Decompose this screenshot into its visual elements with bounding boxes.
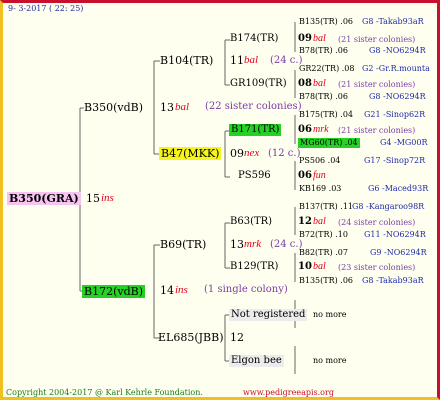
gen3-b-tag: bal xyxy=(313,78,326,89)
gen3-h-no-more: no more xyxy=(313,356,347,365)
gen4-row-2-left[interactable]: B78(TR) .06 xyxy=(299,47,348,55)
sire-name[interactable]: B350(vdB) xyxy=(84,102,143,113)
gen4-row-6-right: G4 -MG00R xyxy=(380,138,428,147)
gen3-h-name[interactable]: Elgon bee xyxy=(229,355,284,367)
sire-number: 13 xyxy=(160,101,174,114)
gen4-row-12-right: G8 -Takab93aR xyxy=(362,276,424,285)
gen3-g-no-more: no more xyxy=(313,310,347,319)
gen3-d-name[interactable]: PS596 xyxy=(238,171,271,181)
gen4-row-4-right: G8 -NO6294R xyxy=(369,92,426,101)
gen2-d-number: 12 xyxy=(230,331,244,344)
gen3-f-number: 10 xyxy=(298,261,312,272)
gen2-c-tag: mrk xyxy=(244,238,262,250)
dam-number: 14 xyxy=(160,284,174,297)
gen4-row-5-left[interactable]: B175(TR) .04 xyxy=(299,111,353,119)
gen3-b-name[interactable]: GR109(TR) xyxy=(230,79,287,89)
sire-colonies-note: (22 sister colonies) xyxy=(205,101,302,112)
gen3-d-tag: fun xyxy=(313,170,326,181)
gen3-e-note: (24 sister colonies) xyxy=(338,218,416,227)
gen4-row-9-left[interactable]: B137(TR) .11 xyxy=(299,203,353,211)
gen2-b-note: (12 c.) xyxy=(268,148,301,159)
gen4-row-11-left[interactable]: B82(TR) .07 xyxy=(299,249,348,257)
gen4-row-3-left[interactable]: GR22(TR) .08 xyxy=(299,65,354,73)
gen3-f-note: (23 sister colonies) xyxy=(338,263,416,272)
gen4-row-1-left[interactable]: B135(TR) .06 xyxy=(299,18,353,26)
gen3-e-name[interactable]: B63(TR) xyxy=(230,217,272,227)
gen4-row-8-right: G6 -Maced93R xyxy=(368,184,429,193)
gen2-c-number: 13 xyxy=(230,238,244,251)
gen4-row-6-left[interactable]: MG60(TR) .04 xyxy=(298,138,360,148)
gen2-b-number: 09 xyxy=(230,147,244,160)
gen2-a-tag: bal xyxy=(244,54,259,66)
gen2-c-name[interactable]: B69(TR) xyxy=(160,239,206,250)
dam-tag: ins xyxy=(175,284,188,296)
gen4-row-7-left[interactable]: PS506 .04 xyxy=(299,157,340,165)
gen3-c-note: (21 sister colonies) xyxy=(338,126,416,135)
gen4-row-5-right: G21 -Sinop62R xyxy=(364,110,426,119)
gen2-c-note: (24 c.) xyxy=(270,239,303,250)
dam-name[interactable]: B172(vdB) xyxy=(82,285,146,298)
sire-tag: bal xyxy=(175,101,190,113)
gen3-c-tag: mrk xyxy=(313,124,329,135)
gen4-row-4-left[interactable]: B78(TR) .06 xyxy=(299,93,348,101)
gen3-e-tag: bal xyxy=(313,216,326,227)
gen3-f-name[interactable]: B129(TR) xyxy=(230,262,278,272)
gen2-b-name[interactable]: B47(MKK) xyxy=(159,147,222,160)
copyright-text: Copyright 2004-2017 @ Karl Kehrle Founda… xyxy=(6,388,203,397)
gen3-c-name[interactable]: B171(TR) xyxy=(229,124,282,136)
gen3-d-number: 06 xyxy=(298,170,312,181)
gen3-a-note: (21 sister colonies) xyxy=(338,35,416,44)
gen3-e-number: 12 xyxy=(298,216,312,227)
gen4-row-3-right: G2 -Gr.R.mounta xyxy=(362,64,430,73)
gen4-row-8-left[interactable]: KB169 .03 xyxy=(299,185,341,193)
gen3-b-number: 08 xyxy=(298,78,312,89)
gen4-row-10-right: G11 -NO6294R xyxy=(364,230,426,239)
gen4-row-11-right: G9 -NO6294R xyxy=(370,248,427,257)
gen4-row-2-right: G8 -NO6294R xyxy=(369,46,426,55)
site-link[interactable]: www.pedigreeapis.org xyxy=(243,389,334,397)
gen3-a-number: 09 xyxy=(298,33,312,44)
root-tag: ins xyxy=(101,192,114,204)
gen2-b-tag: nex xyxy=(244,147,260,159)
gen2-a-number: 11 xyxy=(230,54,244,67)
gen3-b-note: (21 sister colonies) xyxy=(338,80,416,89)
gen4-row-12-left[interactable]: B135(TR) .06 xyxy=(299,277,353,285)
gen4-row-10-left[interactable]: B72(TR) .10 xyxy=(299,231,348,239)
gen4-row-7-right: G17 -Sinop72R xyxy=(364,156,426,165)
root-number: 15 xyxy=(86,192,100,205)
gen4-row-1-right: G8 -Takab93aR xyxy=(362,17,424,26)
dam-colonies-note: (1 single colony) xyxy=(204,284,288,295)
gen2-a-name[interactable]: B104(TR) xyxy=(160,55,213,66)
gen3-a-name[interactable]: B174(TR) xyxy=(230,34,278,44)
gen3-f-tag: bal xyxy=(313,261,326,272)
root-bee-name[interactable]: B350(GRA) xyxy=(7,192,81,205)
gen4-row-9-right: G8 -Kangaroo98R xyxy=(352,202,425,211)
gen2-a-note: (24 c.) xyxy=(270,55,303,66)
gen3-c-number: 06 xyxy=(298,124,312,135)
gen2-d-name[interactable]: EL685(JBB) xyxy=(158,332,224,343)
timestamp: 9- 3-2017 ( 22: 25) xyxy=(8,4,84,13)
gen3-g-name[interactable]: Not registered xyxy=(229,309,308,321)
gen3-a-tag: bal xyxy=(313,33,326,44)
